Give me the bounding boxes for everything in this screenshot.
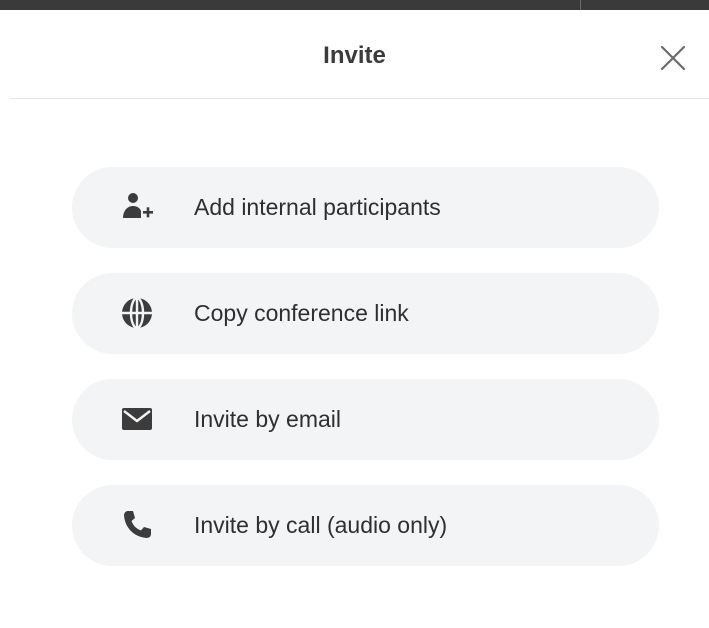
add-internal-participants-button[interactable]: Add internal participants xyxy=(72,167,659,248)
phone-icon xyxy=(120,508,154,542)
option-label: Copy conference link xyxy=(194,300,409,326)
add-person-icon xyxy=(120,190,154,224)
close-icon xyxy=(660,45,686,71)
globe-icon xyxy=(120,296,154,330)
option-label: Invite by email xyxy=(194,406,342,432)
close-button[interactable] xyxy=(655,40,691,76)
copy-conference-link-button[interactable]: Copy conference link xyxy=(72,273,659,354)
invite-options: Add internal participants Copy conferenc… xyxy=(72,167,659,591)
invite-by-email-button[interactable]: Invite by email xyxy=(72,379,659,460)
envelope-icon xyxy=(120,402,154,436)
invite-by-call-button[interactable]: Invite by call (audio only) xyxy=(72,485,659,566)
top-bar-divider xyxy=(580,0,581,10)
option-label: Invite by call (audio only) xyxy=(194,512,448,538)
dialog-title: Invite xyxy=(323,42,386,69)
option-label: Add internal participants xyxy=(194,194,441,220)
dialog-header: Invite xyxy=(0,10,709,98)
top-bar xyxy=(0,0,709,10)
invite-dialog: Invite Add internal participants Copy co… xyxy=(0,0,709,628)
header-divider xyxy=(10,98,709,99)
